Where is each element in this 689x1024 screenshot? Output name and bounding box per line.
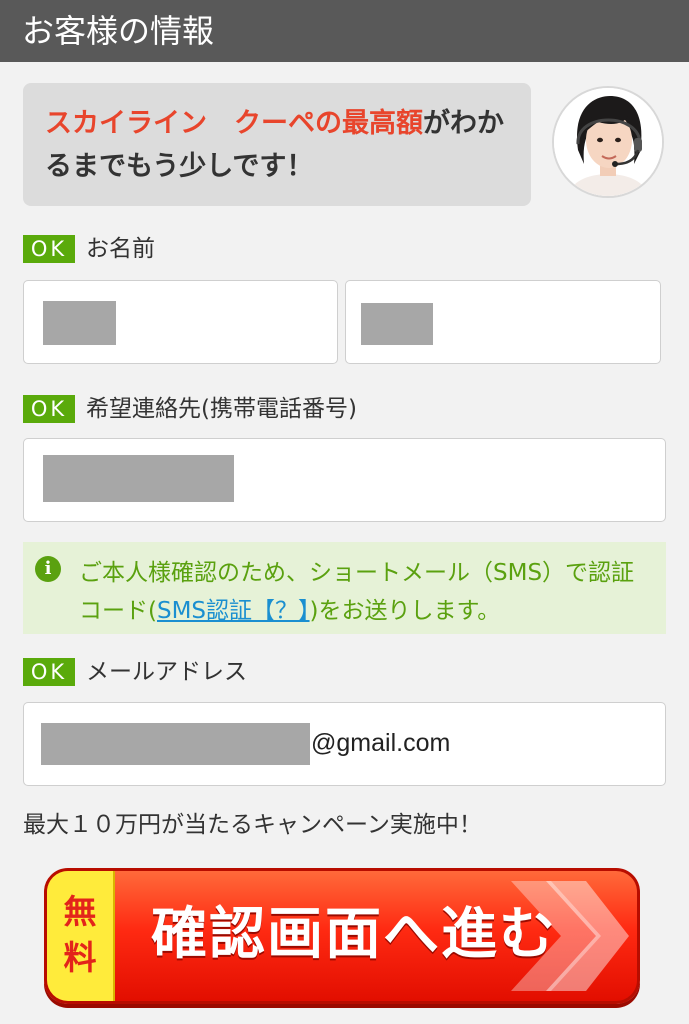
email-label: メールアドレス — [86, 659, 247, 685]
sms-notice: i ご本人様確認のため、ショートメール（SMS）で認証コード(SMS認証【？】)… — [23, 542, 666, 634]
last-name-input[interactable] — [23, 280, 338, 364]
email-domain-text: @gmail.com — [311, 729, 451, 757]
car-highlight-text: スカイライン クーペの最高額 — [45, 108, 423, 139]
name-label: お名前 — [86, 236, 155, 262]
free-badge-text: 無料 — [63, 892, 97, 977]
page-title: お客様の情報 — [22, 12, 215, 50]
email-ok-badge: OK — [23, 658, 75, 686]
redacted-last-name — [43, 301, 116, 345]
phone-input[interactable] — [23, 438, 666, 522]
campaign-text: 最大１０万円が当たるキャンペーン実施中！ — [23, 812, 482, 838]
double-chevron-right-icon — [511, 881, 629, 991]
proceed-to-confirmation-button[interactable]: 無料 確認画面へ進む — [44, 868, 640, 1004]
phone-ok-badge: OK — [23, 395, 75, 423]
redacted-phone-number — [43, 455, 234, 502]
first-name-input[interactable] — [345, 280, 661, 364]
name-ok-badge: OK — [23, 235, 75, 263]
phone-label: 希望連絡先(携帯電話番号) — [86, 396, 357, 422]
page-header: お客様の情報 — [0, 0, 689, 62]
redacted-first-name — [361, 303, 433, 345]
sms-auth-help-link[interactable]: SMS認証【？】 — [157, 598, 310, 624]
info-icon: i — [35, 556, 61, 582]
sms-notice-text-end: )をお送りします。 — [309, 598, 501, 624]
proceed-button-label: 確認画面へ進む — [151, 902, 557, 967]
free-badge: 無料 — [47, 871, 115, 1001]
operator-avatar — [552, 86, 664, 198]
speech-bubble: スカイライン クーペの最高額がわかるまでもう少しです！ — [23, 83, 531, 206]
redacted-email-local-part — [41, 723, 310, 765]
